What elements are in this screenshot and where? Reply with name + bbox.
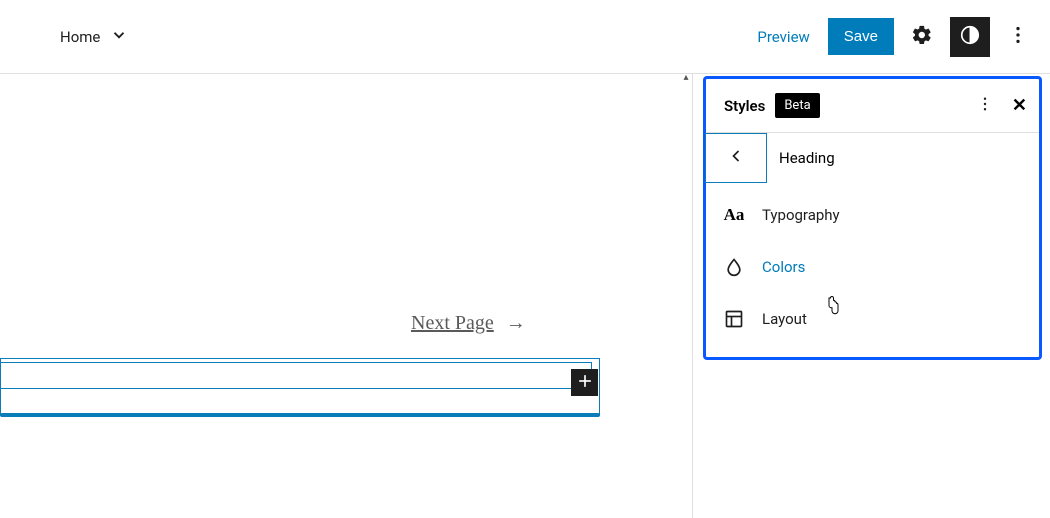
back-button[interactable] — [705, 133, 767, 183]
chevron-down-icon[interactable] — [110, 26, 128, 48]
topbar-left: Home — [60, 26, 128, 48]
dots-vertical-icon — [976, 95, 994, 117]
topbar: Home Preview Save — [0, 0, 1050, 74]
styles-button[interactable] — [950, 17, 990, 57]
drop-icon — [722, 257, 746, 277]
add-block-button[interactable] — [571, 369, 598, 396]
editor-canvas: ▴ Next Page → — [0, 74, 692, 518]
styles-item-layout[interactable]: Layout — [722, 293, 1039, 345]
styles-item-colors[interactable]: Colors — [722, 241, 1039, 293]
scroll-up-arrow[interactable]: ▴ — [680, 74, 692, 84]
panel-back-label: Heading — [767, 149, 835, 167]
preview-link[interactable]: Preview — [747, 18, 819, 56]
arrow-right-icon: → — [506, 312, 526, 335]
styles-title: Styles — [724, 97, 765, 115]
panel-back-row: Heading — [706, 133, 1039, 183]
beta-badge: Beta — [775, 93, 819, 118]
topbar-right: Preview Save — [747, 17, 1038, 57]
styles-list: Aa Typography Colors Layout — [706, 183, 1039, 345]
save-button[interactable]: Save — [828, 18, 894, 55]
styles-item-typography[interactable]: Aa Typography — [722, 189, 1039, 241]
next-page-block: Next Page → — [411, 312, 526, 335]
typography-icon: Aa — [722, 205, 746, 225]
contrast-icon — [959, 24, 981, 49]
styles-header: Styles Beta ✕ — [706, 79, 1039, 133]
settings-button[interactable] — [902, 17, 942, 57]
sidebar: Styles Beta ✕ — [692, 74, 1050, 518]
more-button[interactable] — [998, 17, 1038, 57]
plus-icon — [575, 371, 595, 395]
home-link[interactable]: Home — [60, 28, 100, 46]
styles-item-label: Typography — [762, 206, 840, 224]
styles-more-button[interactable] — [976, 97, 994, 115]
main: ▴ Next Page → Styles Beta — [0, 74, 1050, 518]
selected-block-inner[interactable] — [0, 362, 592, 389]
next-page-link[interactable]: Next Page — [411, 312, 494, 335]
gear-icon — [911, 24, 933, 49]
close-icon: ✕ — [1012, 95, 1027, 116]
styles-item-label: Layout — [762, 310, 807, 328]
layout-icon — [722, 309, 746, 329]
styles-item-label: Colors — [762, 258, 805, 276]
selection-underline — [0, 413, 600, 417]
close-button[interactable]: ✕ — [1012, 95, 1027, 116]
styles-panel: Styles Beta ✕ — [703, 76, 1042, 360]
chevron-left-icon — [726, 146, 746, 170]
dots-vertical-icon — [1007, 24, 1029, 49]
